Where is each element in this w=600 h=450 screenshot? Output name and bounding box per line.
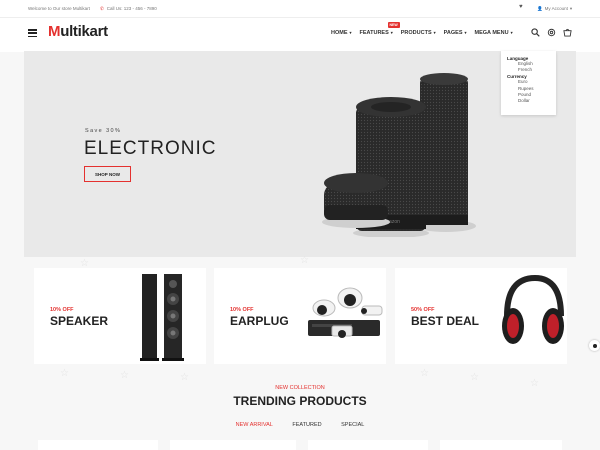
chevron-down-icon: ▾ [464,30,467,35]
search-icon[interactable] [530,27,540,37]
main-nav: HOME ▾ NEW FEATURES ▾ PRODUCTS ▾ PAGES ▾ MEGA… [331,22,521,36]
phone-icon: ✆ [100,6,104,11]
banner-discount: 10% OFF [230,307,254,313]
banner-earplug[interactable]: 10% OFF EARPLUG [214,268,386,364]
nav-home[interactable]: HOME ▾ [331,30,352,36]
nav-label: FEATURES [359,30,389,36]
account-label: My Account [544,6,568,11]
banner-discount: 10% OFF [50,307,74,313]
product-card[interactable] [170,440,296,450]
chevron-down-icon: ▾ [390,30,393,35]
hero-title: ELECTRONIC [84,138,217,159]
tab-special[interactable]: SPECIAL [341,422,364,428]
language-currency-dropdown: Language English French Currency Euro Ru… [501,51,556,115]
welcome-text: Welcome to Our store Multikart [28,6,90,11]
star-decoration: ☆ [60,368,69,379]
new-badge: NEW [387,22,400,28]
banner-title: SPEAKER [50,314,109,328]
top-bar: Welcome to Our store Multikart ✆ Call Us:… [0,0,600,18]
cart-icon[interactable] [562,27,572,37]
star-decoration: ☆ [470,372,479,383]
banner-best-deal[interactable]: 50% OFF BEST DEAL [395,268,567,364]
chevron-down-icon: ▾ [510,30,513,35]
nav-features[interactable]: NEW FEATURES ▾ [359,22,400,36]
nav-products[interactable]: PRODUCTS ▾ [401,30,436,36]
shop-now-button[interactable]: SHOP NOW [84,166,131,182]
product-tabs: NEW ARRIVAL FEATURED SPECIAL [0,422,600,428]
nav-label: PRODUCTS [400,30,432,36]
heart-icon[interactable]: ♥ [519,4,523,10]
star-decoration: ☆ [120,370,129,381]
header-icons [530,27,578,37]
product-card[interactable] [308,440,428,450]
logo-accent: M [48,23,61,40]
smart-speakers-image: amazon [322,73,476,237]
nav-pages[interactable]: PAGES ▾ [444,30,467,36]
call-text: Call Us: 123 - 456 - 7890 [106,6,157,11]
user-icon: 👤 [537,6,543,11]
tab-new-arrival[interactable]: NEW ARRIVAL [236,422,273,428]
nav-label: HOME [331,30,348,36]
banner-speaker[interactable]: 10% OFF SPEAKER [34,268,206,364]
star-decoration: ☆ [180,372,189,383]
hero-save-text: Save 30% [85,128,122,134]
nav-label: MEGA MENU [474,30,509,36]
banner-title: BEST DEAL [411,314,480,328]
star-decoration: ☆ [300,255,309,266]
language-option-french[interactable]: French [507,67,550,73]
section-title: TRENDING PRODUCTS [233,394,367,408]
nav-mega-menu[interactable]: MEGA MENU ▾ [475,30,513,36]
tab-featured[interactable]: FEATURED [292,422,321,428]
main-header: Multikart HOME ▾ NEW FEATURES ▾ PRODUCTS ▾ P… [0,18,600,52]
gear-icon[interactable] [546,27,556,37]
product-card[interactable] [440,440,562,450]
banner-title: EARPLUG [230,314,289,328]
banner-discount: 50% OFF [411,307,435,313]
section-subtitle: NEW COLLECTION [275,385,325,391]
product-card[interactable] [38,440,158,450]
nav-label: PAGES [443,30,463,36]
logo-rest: ultikart [60,23,108,40]
cctv-cameras-image [308,287,383,338]
headphones-image [502,274,564,344]
currency-option-dollar[interactable]: Dollar [507,98,550,104]
tower-speakers-image [140,274,184,361]
menu-icon[interactable] [28,29,37,38]
chevron-down-icon: ▾ [569,6,573,11]
hero-slider: Save 30% ELECTRONIC SHOP NOW amazon [24,51,576,257]
star-decoration: ☆ [420,368,429,379]
chevron-down-icon: ▾ [433,30,436,35]
chevron-down-icon: ▾ [349,30,352,35]
theme-settings-button[interactable] [589,340,600,351]
call-info: ✆ Call Us: 123 - 456 - 7890 [100,6,157,12]
my-account-link[interactable]: 👤 My Account ▾ [535,6,572,12]
logo[interactable]: Multikart [48,23,108,40]
